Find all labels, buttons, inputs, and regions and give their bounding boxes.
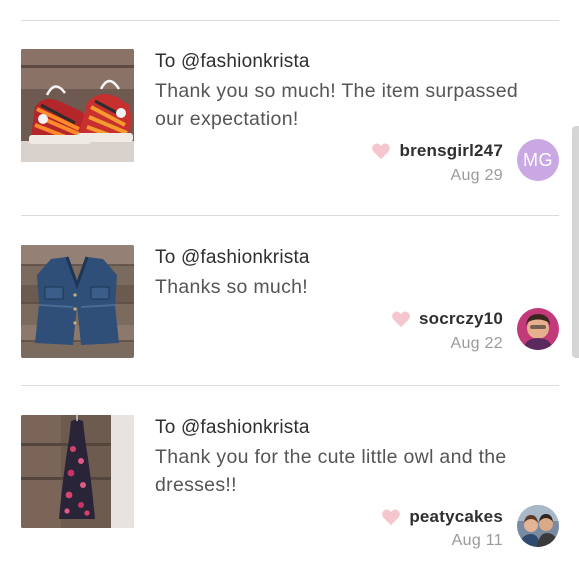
divider-top (21, 20, 559, 21)
note-date: Aug 22 (450, 335, 503, 352)
item-image-maxi-dress[interactable] (21, 415, 134, 528)
author-row: socrczy10 (391, 309, 503, 329)
divider (21, 215, 559, 216)
avatar[interactable] (517, 505, 559, 547)
scrollbar[interactable] (572, 126, 579, 358)
note-message: Thanks so much! (155, 276, 308, 298)
author-row: brensgirl247 (371, 141, 503, 161)
divider (21, 385, 559, 386)
author-username[interactable]: socrczy10 (419, 309, 503, 329)
avatar[interactable] (517, 308, 559, 350)
avatar-initials: MG (523, 149, 553, 170)
note-date: Aug 29 (450, 167, 503, 184)
recipient-line: To @fashionkrista (155, 51, 310, 72)
item-image-denim-vest[interactable] (21, 245, 134, 358)
heart-icon[interactable] (381, 508, 401, 526)
note-message: Thank you so much! The item surpassed ou… (155, 80, 518, 130)
avatar[interactable]: MG (517, 139, 559, 181)
author-username[interactable]: brensgirl247 (399, 141, 503, 161)
recipient-line: To @fashionkrista (155, 417, 310, 438)
note-date: Aug 11 (451, 532, 503, 549)
author-row: peatycakes (381, 507, 503, 527)
note-message: Thank you for the cute little owl and th… (155, 446, 507, 496)
heart-icon[interactable] (391, 310, 411, 328)
author-username[interactable]: peatycakes (409, 507, 503, 527)
item-image-sneakers[interactable] (21, 49, 134, 162)
heart-icon[interactable] (371, 142, 391, 160)
recipient-line: To @fashionkrista (155, 247, 310, 268)
